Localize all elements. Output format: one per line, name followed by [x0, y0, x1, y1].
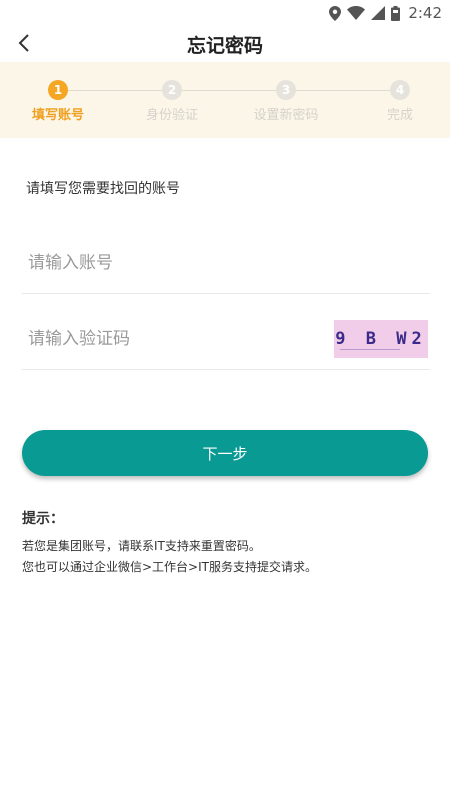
captcha-text: 9 B W2 [335, 329, 427, 349]
account-field [22, 232, 430, 294]
status-bar: 2:42 [0, 0, 450, 28]
tips-line: 若您是集团账号，请联系IT支持来重置密码。 [22, 539, 261, 553]
account-input[interactable] [28, 232, 328, 294]
step-label: 填写账号 [31, 108, 84, 123]
step-verify-identity: 2 身份验证 [127, 80, 217, 123]
step-complete: 4 完成 [355, 80, 445, 123]
captcha-noise-line [340, 349, 400, 350]
step-label: 设置新密码 [253, 108, 319, 123]
step-number: 4 [390, 80, 410, 100]
header: 忘记密码 [0, 28, 450, 60]
step-fill-account: 1 填写账号 [13, 80, 103, 123]
captcha-image[interactable]: 9 B W2 [334, 320, 428, 358]
step-number: 1 [48, 80, 68, 100]
tips-line: 您也可以通过企业微信>工作台>IT服务支持提交请求。 [22, 560, 317, 574]
step-set-password: 3 设置新密码 [241, 80, 331, 123]
step-label: 身份验证 [145, 108, 198, 123]
stepper-line [58, 90, 400, 91]
progress-stepper: 1 填写账号 2 身份验证 3 设置新密码 4 完成 [0, 62, 450, 138]
signal-icon [371, 6, 386, 20]
step-number: 2 [162, 80, 182, 100]
verification-code-field: 9 B W2 [22, 308, 430, 370]
battery-icon [391, 5, 401, 21]
tips-title: 提示： [22, 511, 64, 527]
tips-section: 提示： 若您是集团账号，请联系IT支持来重置密码。 您也可以通过企业微信>工作台… [22, 508, 432, 578]
status-icons: 2:42 [329, 4, 442, 22]
location-icon [329, 5, 342, 21]
step-number: 3 [276, 80, 296, 100]
form-prompt: 请填写您需要找回的账号 [26, 181, 180, 197]
step-label: 完成 [386, 108, 413, 123]
page-title: 忘记密码 [186, 35, 263, 57]
verification-code-input[interactable] [28, 308, 328, 370]
wifi-icon [347, 6, 366, 20]
status-time: 2:42 [408, 4, 442, 22]
next-step-button[interactable]: 下一步 [22, 430, 428, 476]
